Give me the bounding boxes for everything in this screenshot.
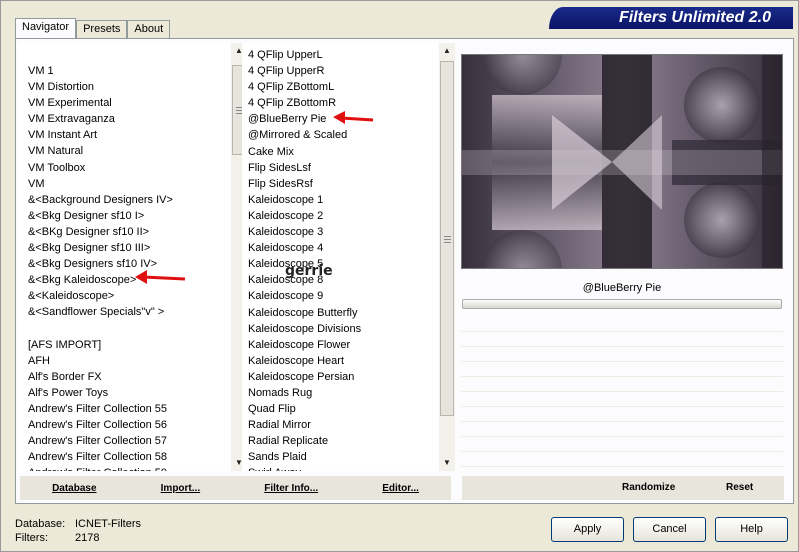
filter-item[interactable]: Radial Mirror	[242, 417, 439, 433]
kaleidoscope-preview	[462, 55, 782, 268]
category-item[interactable]: &<Bkg Designers sf10 IV>	[18, 256, 231, 272]
filter-item[interactable]: Flip SidesRsf	[242, 176, 439, 192]
annotation-arrow-icon	[333, 111, 374, 124]
filter-item[interactable]: Nomads Rug	[242, 385, 439, 401]
tab-about[interactable]: About	[127, 20, 171, 38]
import-button[interactable]: Import...	[161, 483, 200, 494]
watermark-text: gerrie	[285, 263, 333, 279]
category-item[interactable]: &<Kaleidoscope>	[18, 288, 231, 304]
filter-item[interactable]: 4 QFlip UpperL	[242, 47, 439, 63]
parameter-command-bar: Randomize Reset	[462, 476, 784, 500]
tab-bar: Navigator Presets About	[15, 18, 171, 38]
filter-item[interactable]: Kaleidoscope Flower	[242, 337, 439, 353]
filter-item[interactable]: Kaleidoscope 8	[242, 272, 439, 288]
category-items: VM 1 VM Distortion VM Experimental VM Extra…	[18, 63, 231, 471]
filter-item[interactable]: 4 QFlip ZBottomR	[242, 95, 439, 111]
filter-item[interactable]: Radial Replicate	[242, 433, 439, 449]
navigator-panel: VM 1 VM Distortion VM Experimental VM Extra…	[15, 38, 794, 504]
category-list[interactable]: VM 1 VM Distortion VM Experimental VM Extra…	[18, 43, 247, 471]
help-button[interactable]: Help	[715, 517, 788, 542]
selected-filter-name: @BlueBerry Pie	[582, 282, 662, 294]
category-item	[18, 321, 231, 337]
list-command-bar: Database Import... Filter Info... Editor…	[20, 476, 451, 500]
category-item[interactable]: Andrew's Filter Collection 55	[18, 401, 231, 417]
filter-item[interactable]: Sands Plaid	[242, 449, 439, 465]
scroll-thumb[interactable]	[440, 61, 454, 416]
filter-item[interactable]: Cake Mix	[242, 144, 439, 160]
category-item[interactable]: AFH	[18, 353, 231, 369]
filter-item[interactable]: Kaleidoscope Divisions	[242, 321, 439, 337]
apply-button[interactable]: Apply	[551, 517, 624, 542]
category-item[interactable]: &<Bkg Designer sf10 III>	[18, 240, 231, 256]
filter-item[interactable]: @Mirrored & Scaled	[242, 127, 439, 143]
category-item[interactable]: VM Experimental	[18, 95, 231, 111]
filter-item[interactable]: Kaleidoscope Butterfly	[242, 305, 439, 321]
category-item[interactable]: &<Bkg Designer sf10 I>	[18, 208, 231, 224]
category-item[interactable]: VM Natural	[18, 143, 231, 159]
category-item[interactable]: VM Distortion	[18, 79, 231, 95]
scroll-down-icon[interactable]: ▼	[439, 455, 455, 471]
tab-presets[interactable]: Presets	[76, 20, 128, 38]
category-item[interactable]: VM 1	[18, 63, 231, 79]
app-title-banner: Filters Unlimited 2.0	[549, 7, 793, 29]
parameter-area	[461, 317, 783, 467]
category-item[interactable]: Andrew's Filter Collection 57	[18, 433, 231, 449]
scroll-up-icon[interactable]: ▲	[439, 43, 455, 59]
filter-list[interactable]: 4 QFlip UpperL 4 QFlip UpperR 4 QFlip ZBot…	[242, 43, 455, 471]
filter-scrollbar[interactable]: ▲ ▼	[439, 43, 455, 471]
category-item[interactable]: &<Sandflower Specials"v" >	[18, 304, 231, 320]
filter-item[interactable]: Kaleidoscope 4	[242, 240, 439, 256]
filter-info-button[interactable]: Filter Info...	[264, 483, 318, 494]
database-label: Database:	[15, 518, 66, 530]
category-item[interactable]: &<Bkg Kaleidoscope>	[18, 272, 231, 288]
cancel-button[interactable]: Cancel	[633, 517, 706, 542]
category-item[interactable]: Andrew's Filter Collection 56	[18, 417, 231, 433]
filters-count-value: 2178	[75, 532, 100, 544]
category-item[interactable]: [AFS IMPORT]	[18, 337, 231, 353]
randomize-button[interactable]: Randomize	[622, 482, 675, 493]
filter-item[interactable]: Kaleidoscope 3	[242, 224, 439, 240]
filter-item[interactable]: Kaleidoscope 2	[242, 208, 439, 224]
filter-item[interactable]: Quad Flip	[242, 401, 439, 417]
reset-button[interactable]: Reset	[726, 482, 753, 493]
annotation-arrow-icon	[135, 270, 186, 284]
filter-item[interactable]: 4 QFlip ZBottomL	[242, 79, 439, 95]
category-item[interactable]: VM	[18, 176, 231, 192]
filter-item[interactable]: Kaleidoscope Heart	[242, 353, 439, 369]
filter-item[interactable]: 4 QFlip UpperR	[242, 63, 439, 79]
category-item[interactable]: Andrew's Filter Collection 58	[18, 449, 231, 465]
filters-unlimited-window: Navigator Presets About Filters Unlimite…	[0, 0, 799, 552]
filter-item[interactable]: Kaleidoscope Persian	[242, 369, 439, 385]
footer-info: Database: ICNET-Filters Filters: 2178	[15, 517, 141, 545]
filter-item[interactable]: Kaleidoscope 1	[242, 192, 439, 208]
filters-count-label: Filters:	[15, 532, 48, 544]
category-item[interactable]: Andrew's Filter Collection 59	[18, 465, 231, 471]
editor-button[interactable]: Editor...	[382, 483, 419, 494]
category-item[interactable]: VM Extravaganza	[18, 111, 231, 127]
category-item[interactable]: &<Background Designers IV>	[18, 192, 231, 208]
category-item[interactable]: VM Instant Art	[18, 127, 231, 143]
filter-item[interactable]: Kaleidoscope 9	[242, 288, 439, 304]
tab-navigator[interactable]: Navigator	[15, 18, 77, 38]
filter-item[interactable]: Kaleidoscope 5	[242, 256, 439, 272]
database-button[interactable]: Database	[52, 483, 96, 494]
preview-image	[461, 54, 783, 269]
category-item[interactable]: Alf's Border FX	[18, 369, 231, 385]
category-item[interactable]: Alf's Power Toys	[18, 385, 231, 401]
progress-bar	[462, 299, 782, 309]
filter-item[interactable]: Swirl Away	[242, 465, 439, 471]
category-item[interactable]: VM Toolbox	[18, 160, 231, 176]
filter-item[interactable]: Flip SidesLsf	[242, 160, 439, 176]
database-value: ICNET-Filters	[75, 518, 141, 530]
category-item[interactable]: &<BKg Designer sf10 II>	[18, 224, 231, 240]
